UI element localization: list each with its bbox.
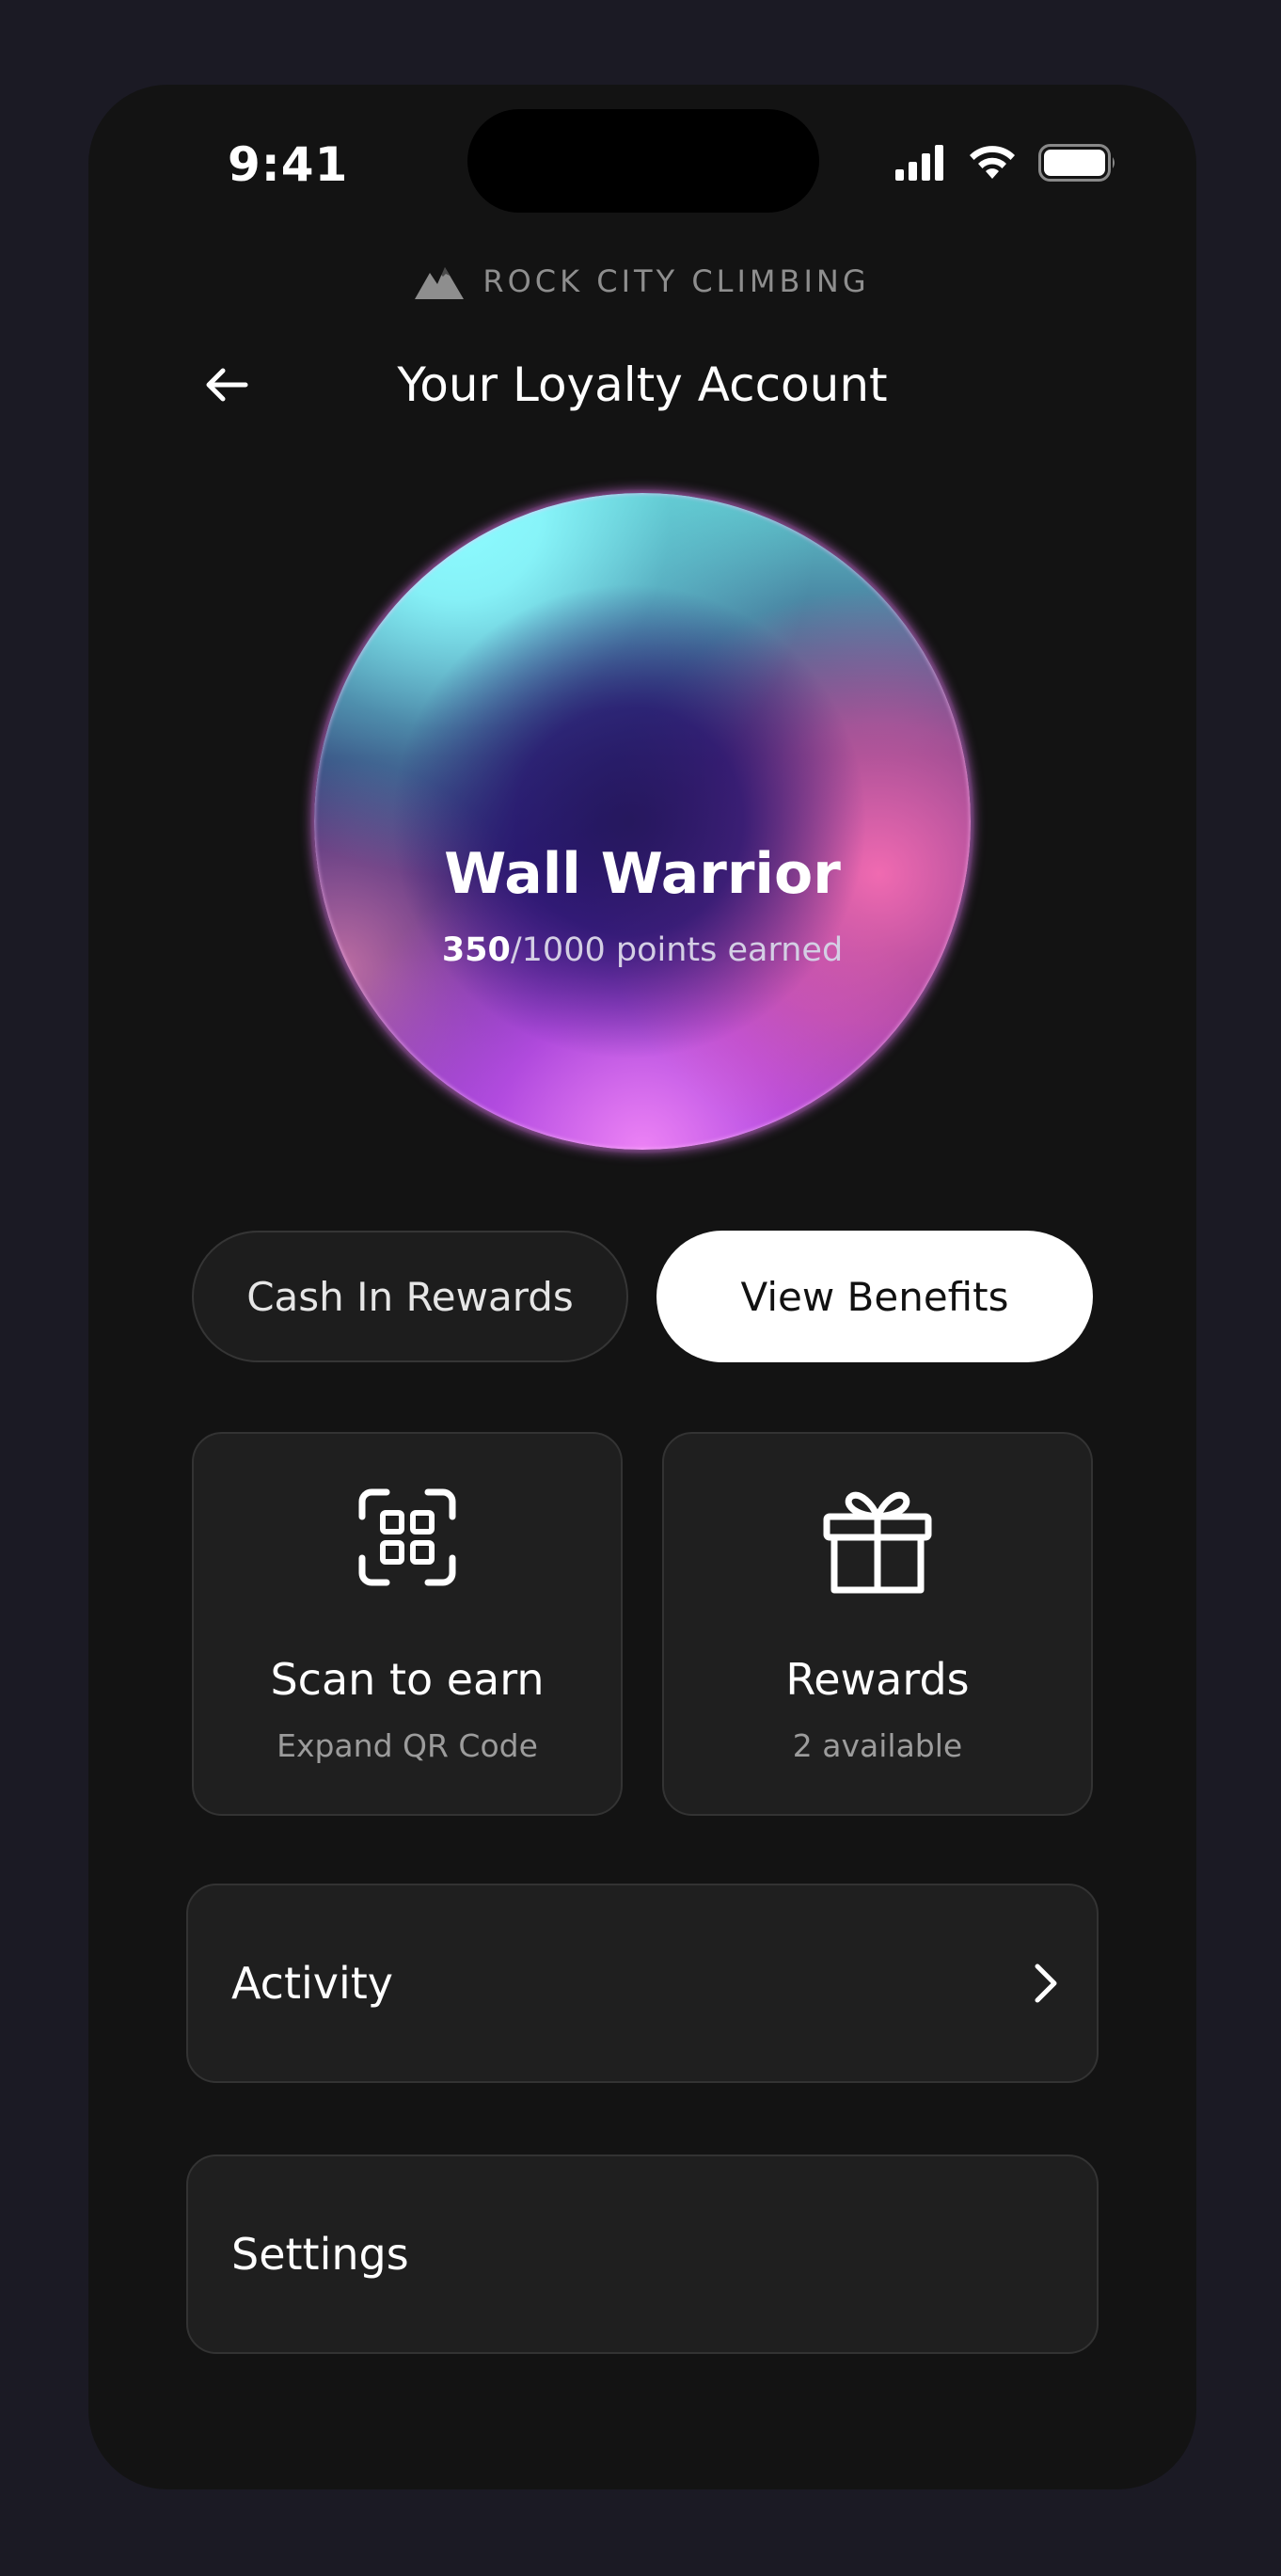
tier-orb (314, 493, 971, 1150)
settings-label: Settings (231, 2229, 409, 2280)
activity-label: Activity (231, 1958, 394, 2009)
settings-row[interactable]: Settings (186, 2155, 1099, 2354)
card-subtitle: 2 available (792, 1727, 963, 1764)
status-icons (895, 139, 1117, 186)
gift-icon (823, 1491, 932, 1594)
dynamic-island (467, 109, 819, 213)
phone-screen: 9:41 ROCK CITY CLIMBING Your Loyalty Acc… (88, 85, 1196, 2489)
view-benefits-button[interactable]: View Benefits (656, 1231, 1093, 1362)
points-current: 350 (441, 931, 511, 969)
qr-scan-icon (358, 1488, 456, 1586)
chevron-right-icon (1035, 1964, 1057, 2003)
points-suffix: /1000 points earned (510, 931, 844, 969)
points-progress: 350/1000 points earned (314, 931, 971, 969)
battery-icon (1038, 144, 1115, 182)
activity-row[interactable]: Activity (186, 1884, 1099, 2083)
wifi-icon (970, 146, 1015, 179)
cellular-signal-icon (895, 145, 943, 181)
card-title: Scan to earn (270, 1654, 545, 1705)
tier-name: Wall Warrior (444, 841, 841, 907)
brand-name: ROCK CITY CLIMBING (482, 263, 870, 299)
scan-to-earn-card[interactable]: Scan to earn Expand QR Code (192, 1432, 623, 1816)
card-subtitle: Expand QR Code (277, 1727, 538, 1764)
status-time: 9:41 (228, 137, 349, 192)
rewards-card[interactable]: Rewards 2 available (662, 1432, 1093, 1816)
brand-header: ROCK CITY CLIMBING (88, 263, 1196, 299)
page-title: Your Loyalty Account (397, 358, 888, 412)
mountain-icon (415, 267, 465, 299)
card-title: Rewards (785, 1654, 970, 1705)
cash-in-rewards-button[interactable]: Cash In Rewards (192, 1231, 628, 1362)
